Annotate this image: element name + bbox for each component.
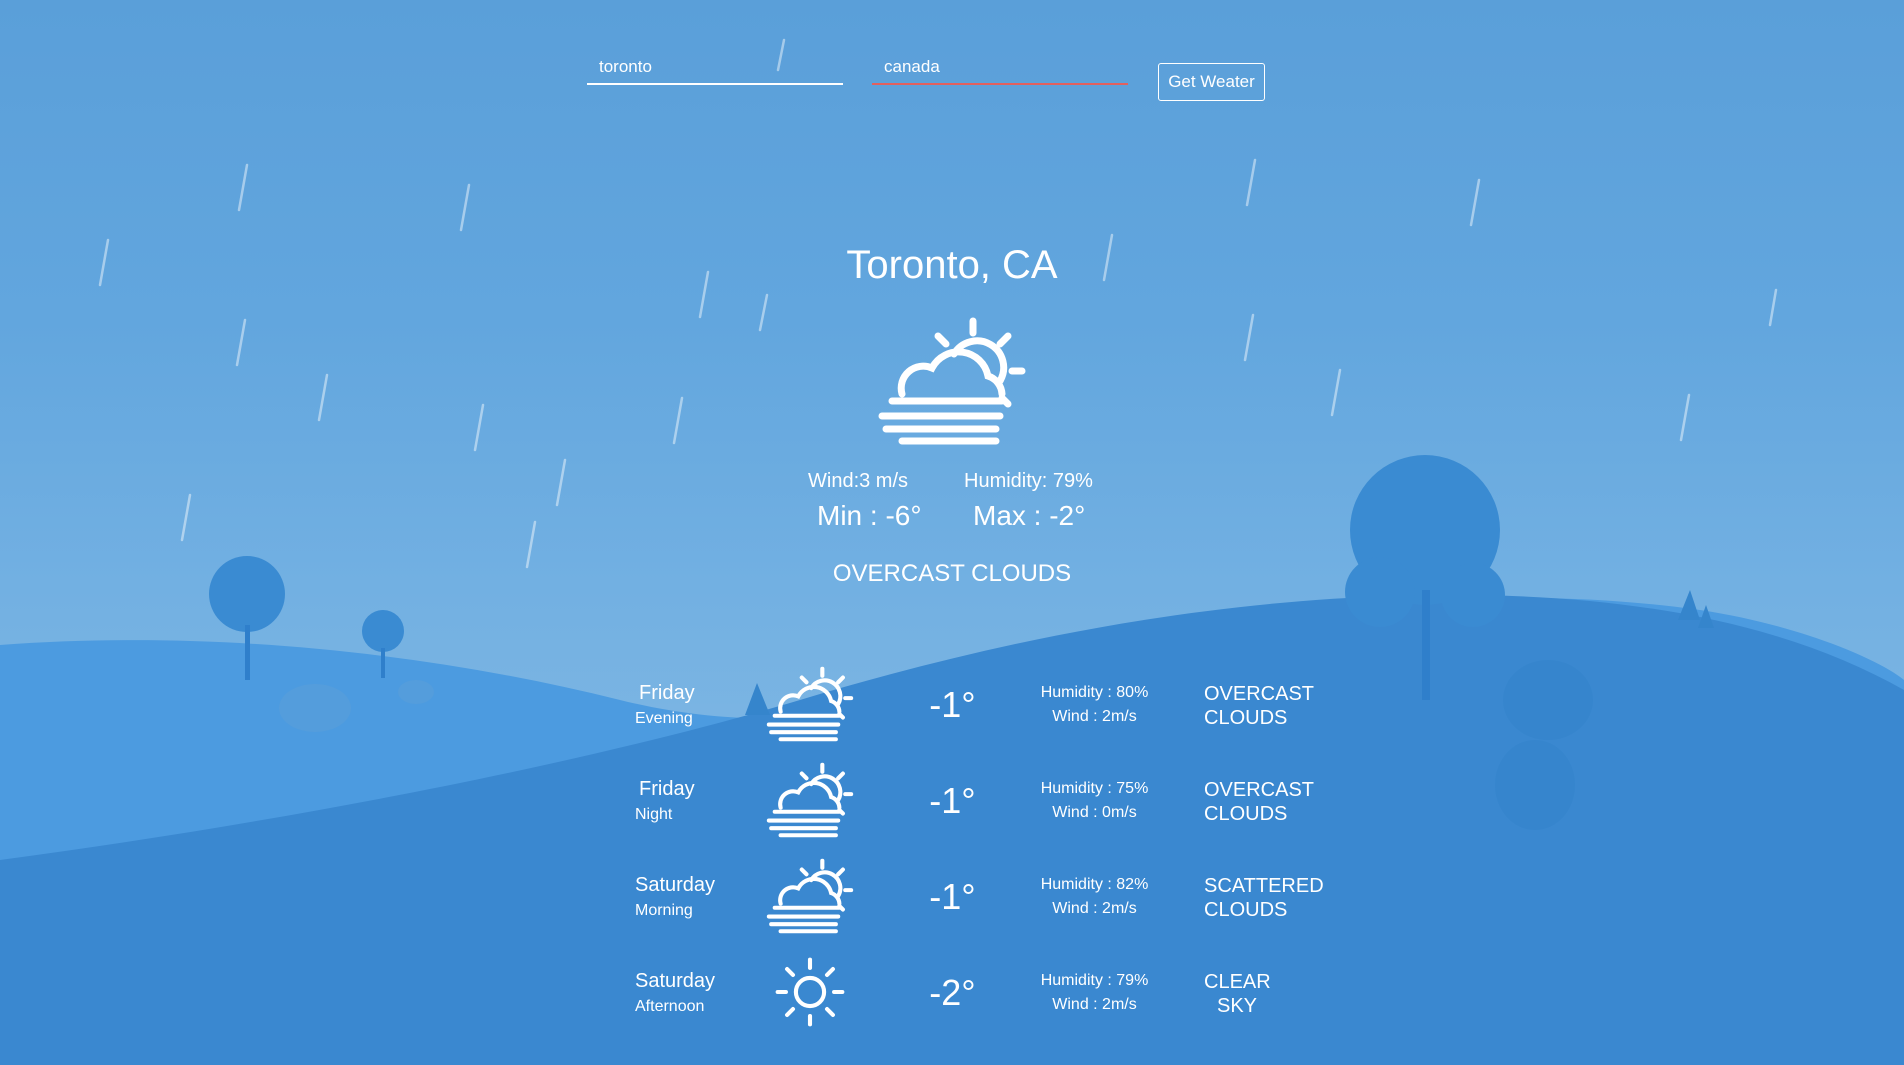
city-input[interactable] — [587, 50, 843, 85]
forecast-row: Saturday Afternoon -2° Humidity : 79% Wi… — [0, 952, 1904, 1048]
current-condition: OVERCAST CLOUDS — [832, 560, 1072, 587]
current-max-temp: Max : -2° — [973, 500, 1086, 531]
current-min-temp: Min : -6° — [817, 500, 922, 531]
forecast-humidity: Humidity : 80% — [1040, 684, 1149, 701]
cloud-sun-fog-icon — [766, 666, 854, 742]
forecast-condition: CLEAR SKY — [1204, 971, 1271, 1017]
forecast-row: Friday Night -1° Humidity : 75% Wind : 0… — [0, 760, 1904, 856]
cloud-sun-fog-icon — [878, 317, 1026, 445]
forecast-period: Evening — [635, 710, 693, 727]
current-wind: Wind:3 m/s — [808, 470, 909, 492]
forecast-condition: OVERCAST CLOUDS — [1204, 779, 1315, 825]
location-title: Toronto, CA — [846, 243, 1058, 287]
get-weather-button[interactable]: Get Weater — [1158, 63, 1265, 101]
forecast-temp: -1° — [929, 684, 976, 725]
cloud-sun-fog-icon — [766, 858, 854, 934]
forecast-period: Afternoon — [635, 998, 705, 1015]
forecast-row: Saturday Morning -1° Humidity : 82% Wind… — [0, 856, 1904, 952]
forecast-condition: OVERCAST CLOUDS — [1204, 683, 1315, 729]
forecast-temp: -1° — [929, 780, 976, 821]
forecast-period: Night — [635, 806, 673, 823]
cloud-sun-fog-icon — [766, 762, 854, 838]
forecast-period: Morning — [635, 902, 693, 919]
forecast-wind: Wind : 2m/s — [1052, 996, 1137, 1013]
current-humidity: Humidity: 79% — [964, 470, 1093, 492]
forecast-humidity: Humidity : 82% — [1040, 876, 1149, 893]
forecast-day: Friday — [639, 682, 695, 704]
rain-streaks — [98, 38, 1778, 569]
search-bar: Get Weater — [0, 50, 1904, 110]
forecast-wind: Wind : 2m/s — [1052, 708, 1137, 725]
forecast-temp: -2° — [929, 972, 976, 1013]
forecast-day: Friday — [639, 778, 695, 800]
country-input[interactable] — [872, 50, 1128, 85]
forecast-temp: -1° — [929, 876, 976, 917]
forecast-day: Saturday — [635, 970, 716, 992]
forecast-humidity: Humidity : 79% — [1040, 972, 1149, 989]
forecast-condition: SCATTERED CLOUDS — [1204, 875, 1324, 921]
sun-icon — [775, 957, 845, 1027]
forecast-wind: Wind : 2m/s — [1052, 900, 1137, 917]
forecast-wind: Wind : 0m/s — [1052, 804, 1137, 821]
forecast-row: Friday Evening -1° Humidity : 80% Wind :… — [0, 664, 1904, 760]
forecast-humidity: Humidity : 75% — [1040, 780, 1149, 797]
forecast-day: Saturday — [635, 874, 716, 896]
